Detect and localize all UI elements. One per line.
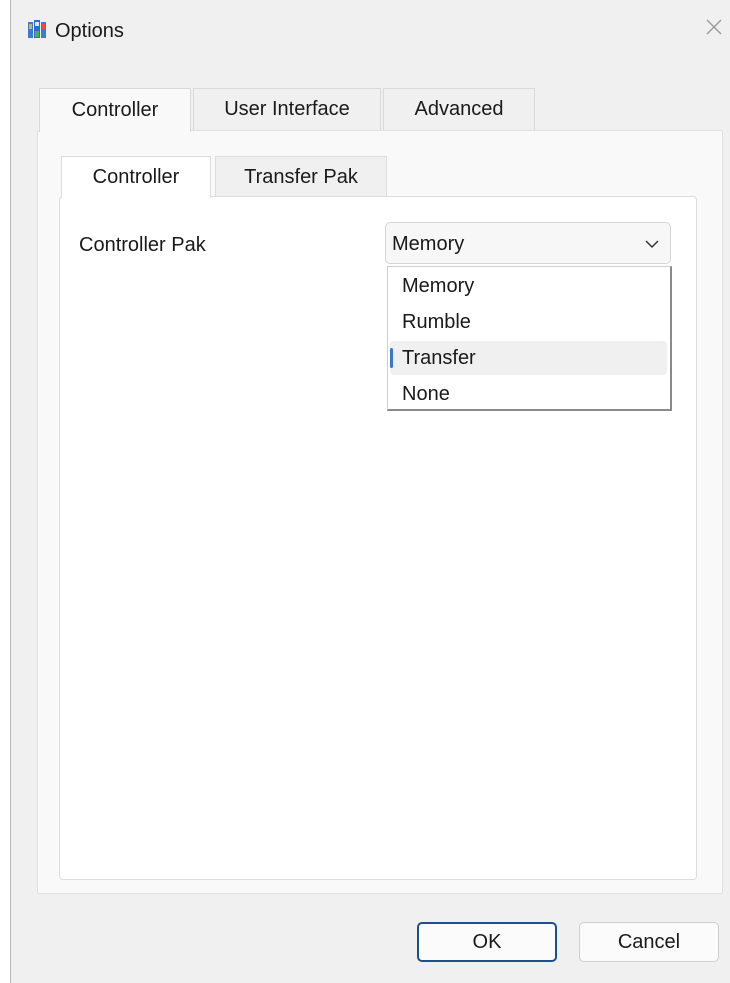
option-transfer[interactable]: Transfer — [390, 341, 667, 375]
controller-pak-label: Controller Pak — [79, 234, 206, 256]
controller-pak-select[interactable]: Memory — [385, 222, 671, 264]
close-button[interactable] — [699, 14, 729, 44]
cancel-button-label: Cancel — [617, 930, 681, 953]
tab-advanced[interactable]: Advanced — [383, 88, 535, 130]
tab-controller[interactable]: Controller — [39, 88, 191, 132]
inner-tab-label: Transfer Pak — [244, 166, 358, 188]
controller-pak-dropdown-list: Memory Rumble Transfer None — [387, 266, 672, 411]
option-label: None — [402, 383, 450, 405]
tab-label: Advanced — [414, 98, 504, 120]
ok-button-label: OK — [472, 930, 502, 953]
options-dialog: Options Controller User Interface Advanc… — [10, 0, 730, 983]
option-memory[interactable]: Memory — [390, 269, 667, 303]
option-rumble[interactable]: Rumble — [390, 305, 667, 339]
option-label: Memory — [402, 275, 475, 297]
window-title: Options — [55, 20, 124, 42]
app-icon — [27, 18, 47, 40]
selected-value: Memory — [392, 233, 465, 255]
inner-tab-label: Controller — [92, 166, 180, 188]
option-none[interactable]: None — [390, 377, 667, 411]
focus-indicator — [390, 348, 393, 368]
inner-tab-controller[interactable]: Controller — [61, 156, 211, 198]
ok-button[interactable]: OK — [417, 922, 557, 962]
close-icon — [705, 18, 723, 41]
option-label: Rumble — [402, 311, 471, 333]
option-label: Transfer — [402, 347, 476, 369]
cancel-button[interactable]: Cancel — [579, 922, 719, 962]
tab-label: User Interface — [224, 98, 350, 120]
tab-label: Controller — [71, 99, 159, 121]
tab-user-interface[interactable]: User Interface — [193, 88, 381, 130]
chevron-down-icon — [644, 236, 660, 252]
inner-tab-transfer-pak[interactable]: Transfer Pak — [215, 156, 387, 198]
title-bar: Options — [11, 0, 730, 62]
